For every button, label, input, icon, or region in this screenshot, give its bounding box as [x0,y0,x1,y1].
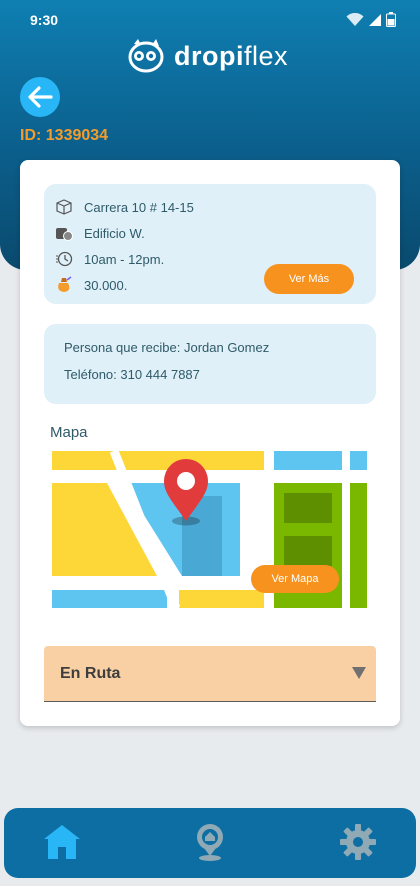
map-pin-icon [197,824,223,861]
recipient-info-box: Persona que recibe: Jordan Gomez Teléfon… [44,324,376,404]
nav-settings[interactable] [336,820,380,864]
schedule-row: 10am - 12pm. [54,250,164,268]
address-row: Carrera 10 # 14-15 [54,198,194,216]
bottom-navigation [4,808,416,878]
brand-name-bold: dropi [174,40,244,71]
recipient-name: Persona que recibe: Jordan Gomez [64,340,270,355]
back-button[interactable] [20,77,60,117]
nav-map[interactable] [188,820,232,864]
amount-text: 30.000. [84,277,128,293]
battery-icon [386,12,396,27]
signal-icon [369,13,381,26]
money-bag-icon [54,276,74,294]
clock-icon [54,250,74,268]
map-section-title: Mapa [50,424,88,441]
ver-mas-button[interactable]: Ver Más [264,264,354,294]
building-icon [54,224,74,242]
status-icons [346,12,396,27]
schedule-text: 10am - 12pm. [84,251,165,267]
nav-home[interactable] [40,820,84,864]
gear-icon [340,824,376,860]
order-id: ID: 1339034 [20,127,109,144]
logo-icon [128,39,164,73]
dropdown-arrow-icon [352,667,366,679]
address-info-box: Carrera 10 # 14-15 Edificio W. 10am - 12… [44,184,376,304]
address-text: Carrera 10 # 14-15 [84,199,194,215]
delivery-status-select[interactable]: En Ruta [44,646,376,702]
status-bar: 9:30 [0,0,420,36]
status-time: 9:30 [30,12,59,28]
ver-mapa-button[interactable]: Ver Mapa [251,565,339,593]
box-icon [54,198,74,216]
building-row: Edificio W. [54,224,145,242]
brand-name: dropiflex [174,41,288,72]
order-detail-card: Carrera 10 # 14-15 Edificio W. 10am - 12… [20,160,400,726]
amount-row: 30.000. [54,276,127,294]
arrow-left-icon [28,86,53,108]
wifi-icon [346,12,364,26]
home-icon [44,825,80,859]
brand-name-light: flex [244,40,289,71]
building-text: Edificio W. [84,225,145,241]
delivery-status-value: En Ruta [60,665,121,682]
brand-logo: dropiflex [126,36,288,76]
recipient-phone: Teléfono: 310 444 7887 [64,367,200,382]
app-screen: 9:30 dropiflex ID: 1339034 Carrera 10 # … [0,0,420,886]
